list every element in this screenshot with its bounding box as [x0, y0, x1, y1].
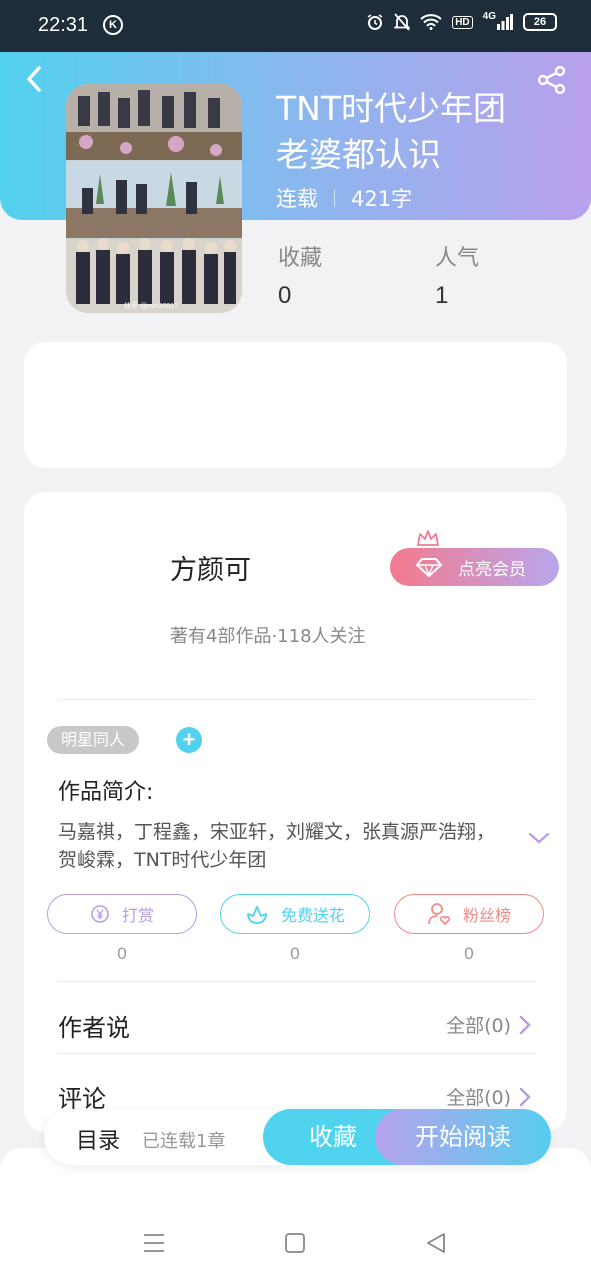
favorites-value: 0 [278, 282, 292, 309]
plus-icon[interactable]: + [176, 727, 202, 753]
divider [58, 1053, 535, 1054]
user-heart-icon [428, 903, 451, 926]
battery-indicator: 26 [523, 13, 557, 31]
blank-card [24, 342, 567, 468]
chevron-right-icon [519, 1015, 531, 1034]
divider [58, 699, 535, 700]
author-stats: 著有4部作品·118人关注 [170, 626, 366, 647]
tag-stars-fanfic[interactable]: 明星同人 [47, 726, 140, 754]
mute-bell-icon [394, 13, 411, 31]
intro-title: 作品简介: [58, 780, 154, 805]
chevron-right-icon [519, 1087, 531, 1106]
fans-count: 0 [464, 944, 474, 963]
popularity-value: 1 [435, 282, 449, 309]
author-says-all-link[interactable]: 全部(0) [446, 1011, 531, 1038]
popularity-label: 人气 [435, 246, 480, 271]
vip-button[interactable]: 点亮会员 [390, 548, 559, 586]
alarm-icon [367, 14, 383, 30]
meta-separator [334, 189, 335, 207]
flower-icon [247, 906, 267, 924]
divider [58, 981, 535, 982]
chevron-left-icon [27, 66, 41, 92]
cover-image [66, 84, 242, 313]
k-app-icon: K [103, 15, 123, 35]
intro-text: 马嘉祺，丁程鑫，宋亚轩，刘耀文，张真源严浩翔，贺峻霖，TNT时代少年团 [58, 821, 496, 871]
book-meta: 连载 421字 [276, 183, 412, 213]
start-reading-button[interactable]: 开始阅读 [375, 1109, 551, 1165]
system-nav-bar [0, 1210, 591, 1280]
flower-count: 0 [290, 944, 300, 963]
book-status: 连载 [276, 187, 318, 211]
triangle-back-icon[interactable] [426, 1232, 446, 1254]
book-title-line2: 老婆都认识 [276, 135, 441, 174]
cover-caption: 快手 @mm30917 [124, 303, 179, 310]
comments-all-label: 全部(0) [446, 1087, 511, 1109]
fans-ranking-label: 粉丝榜 [462, 906, 511, 925]
status-icons: HD 4G 26 [366, 11, 557, 31]
back-button[interactable] [22, 64, 46, 94]
yuan-coin-icon [91, 905, 109, 923]
book-cover[interactable]: 快手 @mm30917 [66, 84, 242, 313]
tip-button[interactable]: 打赏 [47, 894, 197, 934]
status-bar: 22:31 K HD 4G 26 [0, 0, 591, 52]
signal-icon [497, 14, 513, 30]
bottom-action-bar: 目录 已连载1章 收藏 开始阅读 [44, 1109, 551, 1165]
free-flower-label: 免费送花 [280, 906, 345, 925]
wifi-icon [420, 14, 442, 30]
diamond-icon [416, 558, 442, 577]
author-says-all-label: 全部(0) [446, 1015, 511, 1037]
book-title: TNT时代少年团 老婆都认识 [276, 86, 576, 178]
vip-button-label: 点亮会员 [458, 559, 526, 580]
hd-badge: HD [452, 15, 473, 29]
book-word-count: 421字 [351, 187, 413, 211]
author-name[interactable]: 方颜可 [170, 548, 251, 587]
book-title-line1: TNT时代少年团 [276, 89, 507, 128]
chevron-down-icon[interactable] [528, 831, 550, 845]
toc-status: 已连载1章 [142, 1131, 226, 1152]
favorites-label: 收藏 [278, 246, 323, 271]
toc-button[interactable]: 目录 [76, 1123, 120, 1155]
author-says-title: 作者说 [58, 1014, 130, 1042]
comments-all-link[interactable]: 全部(0) [446, 1083, 531, 1110]
square-icon[interactable] [285, 1232, 305, 1254]
tip-count: 0 [117, 944, 127, 963]
fans-ranking-button[interactable]: 粉丝榜 [394, 894, 544, 934]
network-type: 4G [483, 11, 513, 30]
tip-label: 打赏 [121, 906, 154, 925]
crown-icon [417, 530, 439, 546]
book-detail-card: 方颜可 著有4部作品·118人关注 点亮会员 明星同人 + 作品简介: 马嘉祺，… [24, 492, 567, 1132]
status-time: 22:31 [38, 14, 89, 36]
menu-icon[interactable] [143, 1232, 165, 1254]
free-flower-button[interactable]: 免费送花 [220, 894, 370, 934]
